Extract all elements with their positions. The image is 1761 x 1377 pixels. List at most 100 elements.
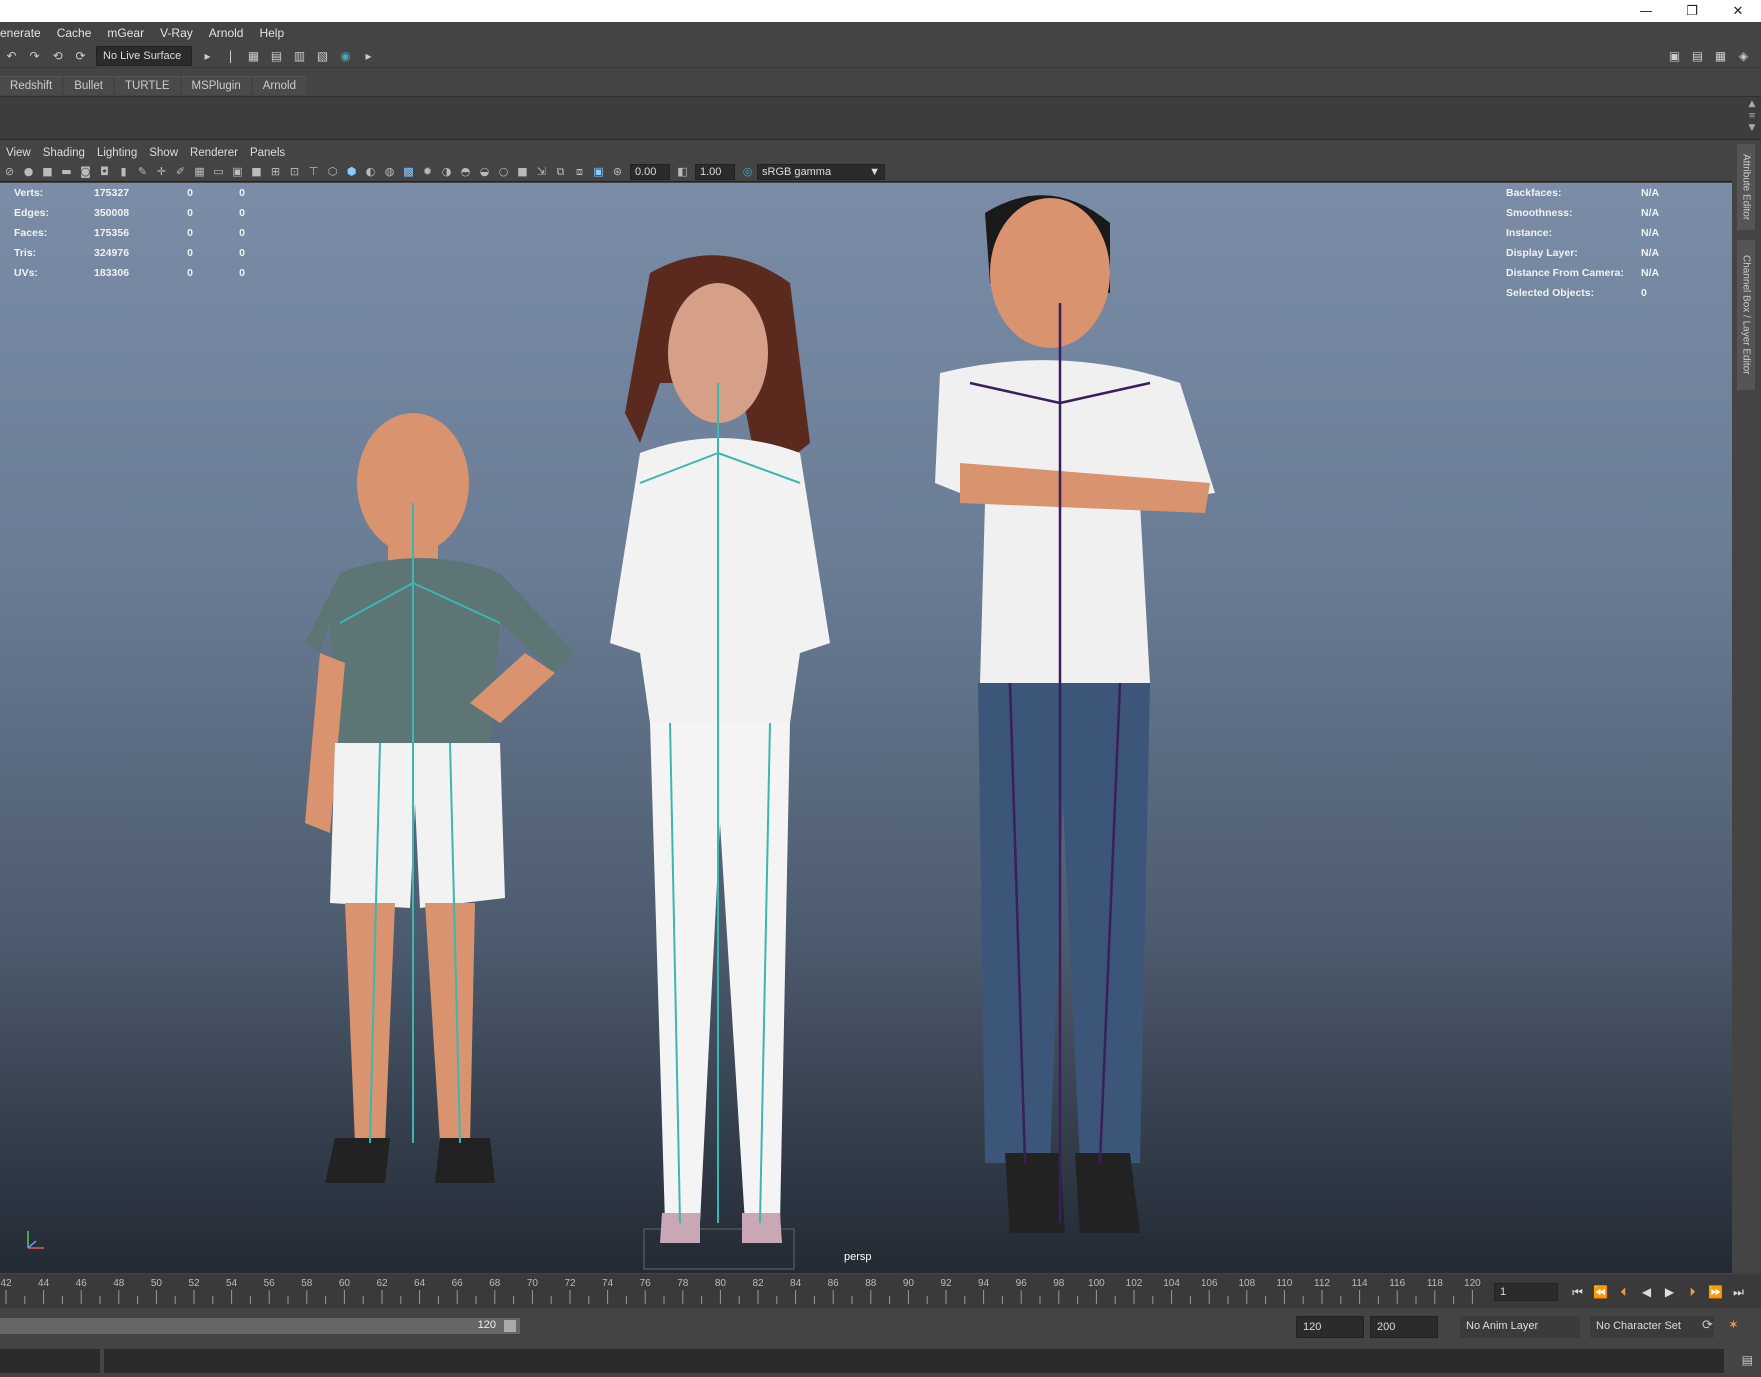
safe-action-icon[interactable]: ⊡ <box>286 163 303 180</box>
expand-arrow-icon[interactable]: ▸ <box>198 46 217 65</box>
bookmarks-icon[interactable]: ■ <box>39 163 56 180</box>
camera-attributes-icon[interactable]: ● <box>20 163 37 180</box>
use-all-lights-icon[interactable]: ✹ <box>419 163 436 180</box>
wireframe-icon[interactable]: ⬡ <box>324 163 341 180</box>
snap-curve-icon[interactable]: ↷ <box>25 46 44 65</box>
tab-channel-box[interactable]: Channel Box / Layer Editor <box>1737 240 1755 390</box>
panel-menu-view[interactable]: View <box>0 147 37 159</box>
character-man[interactable] <box>935 195 1215 1233</box>
attribute-editor-icon[interactable]: ▤ <box>1688 46 1707 65</box>
shelf-scroll[interactable]: ▲ ≡ ▼ <box>1745 98 1759 136</box>
gate-mask-icon[interactable]: ■ <box>248 163 265 180</box>
range-slider[interactable]: 120 <box>0 1318 520 1334</box>
play-backwards-icon[interactable]: ◀ <box>1635 1280 1658 1304</box>
end-frame-field[interactable]: 120 <box>1296 1316 1364 1338</box>
select-camera-icon[interactable]: ⊘ <box>1 163 18 180</box>
panel-menu-show[interactable]: Show <box>143 147 184 159</box>
axis-icon[interactable]: ✛ <box>153 163 170 180</box>
step-forward-frame-icon[interactable]: ⏵ <box>1681 1280 1704 1304</box>
modeling-toolkit-icon[interactable]: ▣ <box>1665 46 1684 65</box>
shelf-tab-arnold[interactable]: Arnold <box>252 75 306 95</box>
tab-attribute-editor[interactable]: Attribute Editor <box>1737 144 1755 230</box>
gamma-icon[interactable]: ◧ <box>674 163 691 180</box>
step-forward-key-icon[interactable]: ⏩ <box>1704 1280 1727 1304</box>
xray-joints-icon[interactable]: ⧈ <box>571 163 588 180</box>
menu-arnold[interactable]: Arnold <box>201 26 252 40</box>
snap-grid-icon[interactable]: ↶ <box>2 46 21 65</box>
bookmark-icon[interactable]: ▮ <box>115 163 132 180</box>
character-boy[interactable] <box>305 413 575 1183</box>
menu-cache[interactable]: Cache <box>49 26 100 40</box>
go-to-end-icon[interactable]: ⏭ <box>1727 1280 1750 1304</box>
ipr-render-icon[interactable]: ▥ <box>290 46 309 65</box>
film-gate-icon[interactable]: ◘ <box>96 163 113 180</box>
isolate-select-icon[interactable]: ⇲ <box>533 163 550 180</box>
hypershade-icon[interactable]: ◉ <box>336 46 355 65</box>
field-chart-icon[interactable]: ⊞ <box>267 163 284 180</box>
snap-view-icon[interactable]: ⟳ <box>71 46 90 65</box>
menu-help[interactable]: Help <box>251 26 292 40</box>
pencil-icon[interactable]: ✐ <box>172 163 189 180</box>
anti-aliasing-icon[interactable]: ○ <box>495 163 512 180</box>
anim-layer-dropdown[interactable]: No Anim Layer <box>1460 1316 1580 1338</box>
shelf-tab-bullet[interactable]: Bullet <box>64 75 113 95</box>
wireframe-on-shaded-icon[interactable]: ◍ <box>381 163 398 180</box>
camera-icon[interactable]: ◙ <box>77 163 94 180</box>
menu-vray[interactable]: V-Ray <box>152 26 201 40</box>
shelf-tab-msplugin[interactable]: MSPlugin <box>181 75 251 95</box>
panel-menu-renderer[interactable]: Renderer <box>184 147 244 159</box>
menu-generate[interactable]: enerate <box>0 26 49 40</box>
screen-space-ao-icon[interactable]: ◓ <box>457 163 474 180</box>
current-frame-field[interactable]: 1 <box>1494 1283 1558 1301</box>
command-input[interactable] <box>104 1349 1724 1373</box>
shelf-scroll-down-icon[interactable]: ▼ <box>1745 122 1759 134</box>
xray-icon[interactable]: ⧉ <box>552 163 569 180</box>
collapse-arrow-icon[interactable]: ▸ <box>359 46 378 65</box>
step-back-key-icon[interactable]: ⏪ <box>1589 1280 1612 1304</box>
auto-key-icon[interactable]: ⟳ <box>1702 1318 1713 1333</box>
max-frame-field[interactable]: 200 <box>1370 1316 1438 1338</box>
color-management-icon[interactable]: ◎ <box>739 163 756 180</box>
xray-components-icon[interactable]: ▣ <box>590 163 607 180</box>
view-transform-dropdown[interactable]: sRGB gamma ▼ <box>757 163 885 180</box>
depth-of-field-icon[interactable]: ■ <box>514 163 531 180</box>
panel-menu-lighting[interactable]: Lighting <box>91 147 143 159</box>
live-surface-field[interactable]: No Live Surface <box>96 45 192 66</box>
render-settings-icon[interactable]: ▧ <box>313 46 332 65</box>
shelf-scroll-menu-icon[interactable]: ≡ <box>1745 110 1759 122</box>
smooth-shade-icon[interactable]: ⬢ <box>343 163 360 180</box>
time-slider-ticks[interactable]: 42 44 46 48 50 52 54 56 58 60 62 64 66 68 70 72 74 76 78 80… <box>0 1274 1490 1308</box>
step-back-frame-icon[interactable]: ⏴ <box>1612 1280 1635 1304</box>
minimize-button[interactable]: — <box>1623 0 1669 22</box>
character-set-dropdown[interactable]: No Character Set <box>1590 1316 1714 1338</box>
textured-icon[interactable]: ▩ <box>400 163 417 180</box>
render-view-icon[interactable]: ▦ <box>244 46 263 65</box>
render-frame-icon[interactable]: ▤ <box>267 46 286 65</box>
film-gate-toggle-icon[interactable]: ▭ <box>210 163 227 180</box>
restore-button[interactable]: ❐ <box>1669 0 1715 22</box>
anim-prefs-icon[interactable]: ✶ <box>1728 1318 1739 1333</box>
safe-title-icon[interactable]: ⊤ <box>305 163 322 180</box>
exposure-icon[interactable]: ⊛ <box>609 163 626 180</box>
tool-settings-icon[interactable]: ▦ <box>1711 46 1730 65</box>
range-slider-handle[interactable] <box>504 1320 516 1332</box>
grid-icon[interactable]: ▦ <box>191 163 208 180</box>
shadows-icon[interactable]: ◑ <box>438 163 455 180</box>
image-plane-icon[interactable]: ▬ <box>58 163 75 180</box>
shelf-scroll-up-icon[interactable]: ▲ <box>1745 98 1759 110</box>
resolution-gate-icon[interactable]: ▣ <box>229 163 246 180</box>
viewport-persp[interactable]: Verts: 175327 0 0 Edges: 350008 0 0 Faces: 175356… <box>0 183 1732 1273</box>
grease-pencil-icon[interactable]: ✎ <box>134 163 151 180</box>
play-forwards-icon[interactable]: ▶ <box>1658 1280 1681 1304</box>
channel-box-icon[interactable]: ◈ <box>1734 46 1753 65</box>
menu-mgear[interactable]: mGear <box>99 26 152 40</box>
gamma-field[interactable]: 1.00 <box>695 163 735 180</box>
panel-menu-panels[interactable]: Panels <box>244 147 291 159</box>
shelf-tab-redshift[interactable]: Redshift <box>0 75 63 95</box>
shelf-tab-turtle[interactable]: TURTLE <box>114 75 180 95</box>
motion-blur-icon[interactable]: ◒ <box>476 163 493 180</box>
close-button[interactable]: ✕ <box>1715 0 1761 22</box>
default-material-icon[interactable]: ◐ <box>362 163 379 180</box>
snap-point-icon[interactable]: ⟲ <box>48 46 67 65</box>
command-language-field[interactable] <box>0 1349 100 1373</box>
